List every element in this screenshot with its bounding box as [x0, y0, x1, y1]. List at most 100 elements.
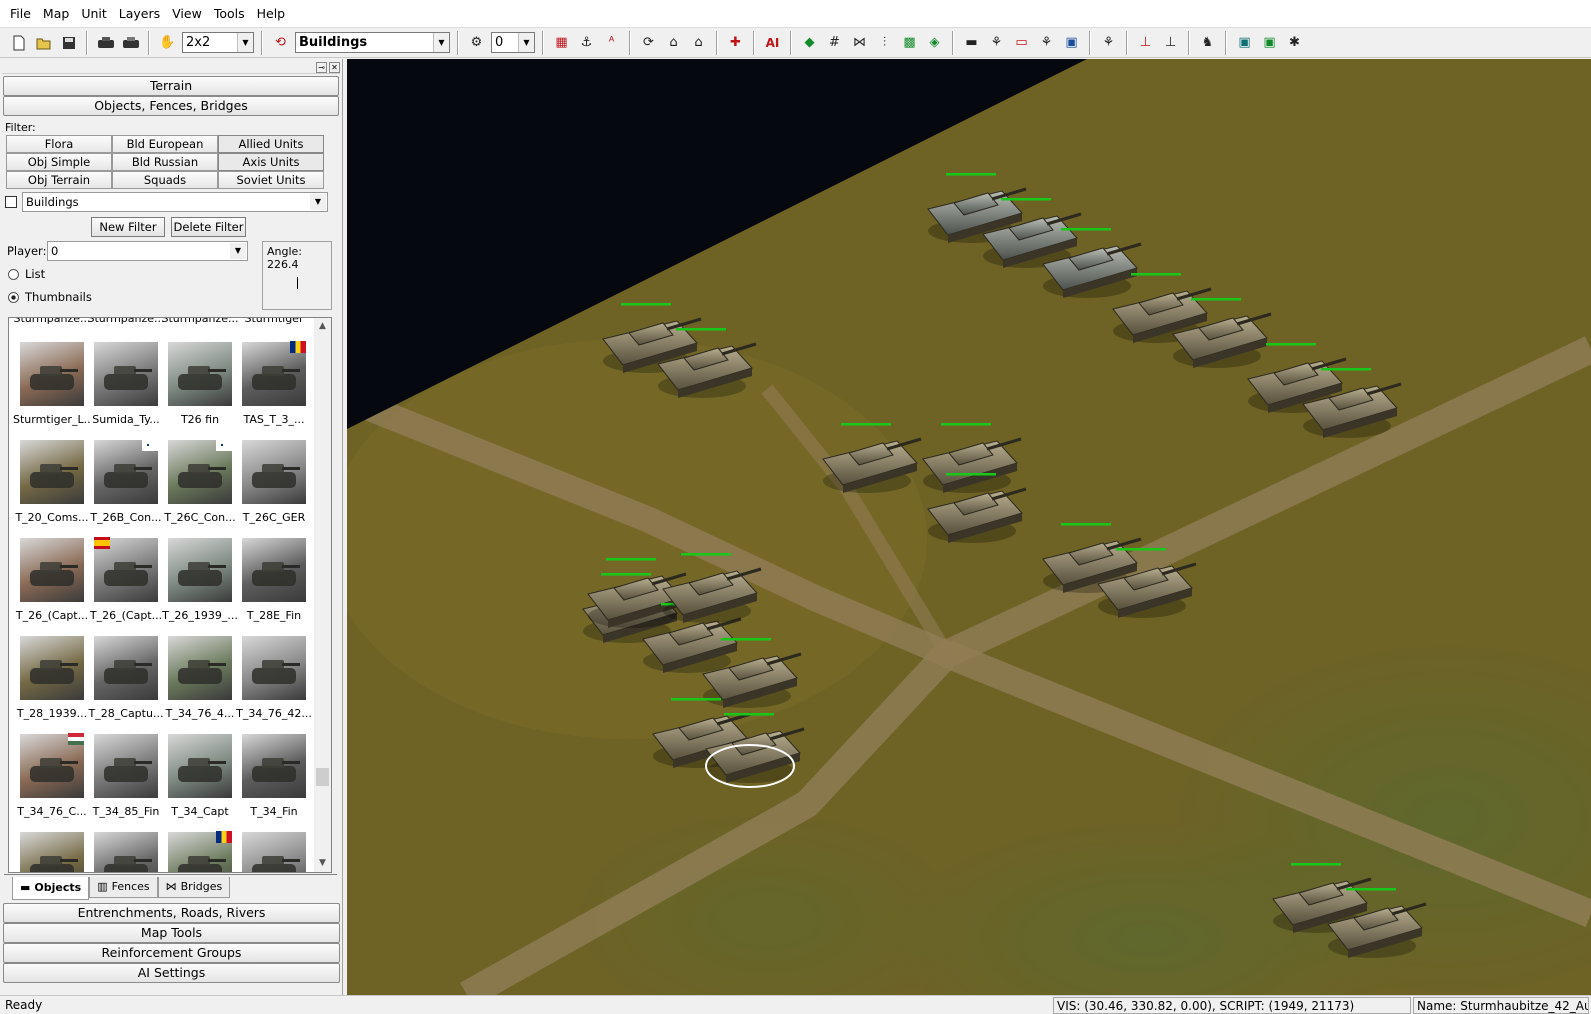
minimap-icon[interactable]: ▣ — [1233, 31, 1256, 54]
thumbnail-item[interactable]: T_28_Captu... — [89, 636, 163, 720]
filter-soviet-units[interactable]: Soviet Units — [218, 171, 324, 189]
ai-icon[interactable]: AI — [761, 31, 784, 54]
scroll-up-icon[interactable]: ▲ — [314, 318, 331, 335]
scroll-down-icon[interactable]: ▼ — [314, 855, 331, 872]
tank-icon[interactable]: ▬ — [960, 31, 983, 54]
thumbnail-item[interactable]: T_34_85_Fin — [89, 734, 163, 818]
thumbnail-item[interactable] — [163, 831, 237, 872]
filter-checkbox[interactable] — [5, 196, 17, 208]
chevron-down-icon[interactable]: ▼ — [230, 243, 246, 259]
thumbnail-item[interactable]: T_26_(Capt... — [15, 538, 89, 622]
thumbnail-scrollbar[interactable]: ▲ ▼ — [314, 318, 331, 872]
artillery-2-icon[interactable]: ⊥ — [1159, 31, 1182, 54]
box-icon[interactable]: ▭ — [1010, 31, 1033, 54]
chevron-down-icon[interactable]: ▼ — [518, 33, 534, 52]
layer-combo[interactable]: Buildings ▼ — [295, 32, 450, 53]
menu-view[interactable]: View — [166, 0, 208, 27]
tree-icon[interactable]: ⚘ — [985, 31, 1008, 54]
thumbnail-item[interactable]: TAS_T_3_... — [237, 341, 311, 426]
thumbnail-item[interactable]: T_34_76_C... — [15, 733, 89, 818]
bug-icon[interactable]: ✱ — [1283, 31, 1306, 54]
artillery-icon[interactable]: ⊥ — [1134, 31, 1157, 54]
grid-icon[interactable]: # — [823, 31, 846, 54]
new-filter-button[interactable]: New Filter — [91, 217, 165, 237]
thumbnail-item[interactable] — [237, 832, 311, 872]
thumbnail-caption-partial[interactable]: Sturmpanze... — [161, 318, 238, 325]
new-map-icon[interactable] — [7, 31, 30, 54]
thumbnail-item[interactable] — [89, 832, 163, 872]
menu-unit[interactable]: Unit — [75, 0, 112, 27]
thumbnail-caption-partial[interactable]: Sturmtiger — [237, 318, 311, 325]
terrain-2-icon[interactable]: ◈ — [923, 31, 946, 54]
map-viewport[interactable] — [347, 59, 1591, 995]
section-map-tools[interactable]: Map Tools — [3, 923, 340, 943]
filter-bld-european[interactable]: Bld European — [112, 135, 218, 153]
filter-bld-russian[interactable]: Bld Russian — [112, 153, 218, 171]
filter-combo[interactable]: Buildings ▼ — [22, 192, 328, 212]
building-red-icon[interactable]: ▦ — [550, 31, 573, 54]
terrain-icon[interactable]: ▩ — [898, 31, 921, 54]
open-folder-icon[interactable] — [32, 31, 55, 54]
thumbnail-item[interactable]: T_28_1939... — [15, 636, 89, 720]
tank-tool-2-icon[interactable] — [119, 31, 142, 54]
delete-filter-button[interactable]: Delete Filter — [171, 217, 246, 237]
tree-3-icon[interactable]: ⚘ — [1097, 31, 1120, 54]
chevron-down-icon[interactable]: ▼ — [433, 33, 449, 52]
house-icon[interactable]: ⌂ — [662, 31, 685, 54]
tab-fences[interactable]: ▥ Fences — [89, 877, 158, 898]
layer-arrow-icon[interactable]: ⟲ — [269, 31, 292, 54]
menu-help[interactable]: Help — [251, 0, 292, 27]
menu-map[interactable]: Map — [37, 0, 75, 27]
pin-icon[interactable]: ⊸ — [316, 61, 327, 73]
chevron-down-icon[interactable]: ▼ — [237, 33, 253, 52]
chart-icon[interactable]: ⫶ — [873, 31, 896, 54]
view-thumbnails-radio[interactable]: Thumbnails — [8, 290, 92, 304]
hand-icon[interactable]: ✋ — [156, 31, 179, 54]
thumbnail-item[interactable]: T_34_Capt — [163, 734, 237, 818]
menu-layers[interactable]: Layers — [113, 0, 166, 27]
brush-size-combo[interactable]: 2x2 ▼ — [182, 32, 254, 53]
house-2-icon[interactable]: ⌂ — [687, 31, 710, 54]
minimap-2-icon[interactable]: ▣ — [1258, 31, 1281, 54]
anchor-icon[interactable]: ⚓ — [575, 31, 598, 54]
close-icon[interactable]: ✕ — [329, 61, 340, 73]
menu-file[interactable]: File — [4, 0, 37, 27]
thumbnail-item[interactable]: T_26C_Con... — [163, 439, 237, 524]
filter-obj-terrain[interactable]: Obj Terrain — [6, 171, 112, 189]
thumbnail-item[interactable]: T_26_1939_... — [162, 538, 238, 622]
thumbnail-item[interactable]: T_26_(Capt... — [89, 537, 163, 622]
filter-flora[interactable]: Flora — [6, 135, 112, 153]
filter-squads[interactable]: Squads — [112, 171, 218, 189]
view-list-radio[interactable]: List — [8, 267, 45, 281]
save-icon[interactable] — [57, 31, 80, 54]
player-combo[interactable]: 0 ▼ — [47, 241, 248, 261]
red-cross-icon[interactable]: ✚ — [724, 31, 747, 54]
thumbnail-caption-partial[interactable]: Sturmpanze... — [87, 318, 164, 325]
thumbnail-item[interactable]: T_34_76_4... — [163, 636, 237, 720]
tree-2-icon[interactable]: ⚘ — [1035, 31, 1058, 54]
thumbnail-item[interactable]: T_28E_Fin — [237, 538, 311, 622]
menu-tools[interactable]: Tools — [208, 0, 251, 27]
section-entrenchments[interactable]: Entrenchments, Roads, Rivers — [3, 903, 340, 923]
letter-a-icon[interactable]: ᴬ — [600, 31, 623, 54]
tank-tool-icon[interactable] — [94, 31, 117, 54]
thumbnail-item[interactable]: Sumida_Ty... — [89, 342, 163, 426]
thumbnail-item[interactable]: T_26C_GER — [237, 440, 311, 524]
gear-icon[interactable]: ⚙ — [465, 31, 488, 54]
player-combo-toolbar[interactable]: 0 ▼ — [491, 32, 535, 53]
thumbnail-item[interactable]: T_20_Coms... — [15, 440, 89, 524]
thumbnail-item[interactable]: T_34_76_42... — [236, 636, 312, 720]
thumbnail-list[interactable]: Sturmpanze... Sturmpanze... Sturmpanze... S… — [8, 317, 332, 873]
section-ai-settings[interactable]: AI Settings — [3, 963, 340, 983]
thumbnail-item[interactable]: T_34_Fin — [237, 734, 311, 818]
scroll-thumb[interactable] — [316, 768, 329, 786]
soldier-icon[interactable]: ♞ — [1196, 31, 1219, 54]
thumbnail-item[interactable]: T_26B_Con... — [89, 439, 163, 524]
filter-obj-simple[interactable]: Obj Simple — [6, 153, 112, 171]
filter-axis-units[interactable]: Axis Units — [218, 153, 324, 171]
filter-allied-units[interactable]: Allied Units — [218, 135, 324, 153]
thumbnail-item[interactable]: Sturmtiger_L... — [13, 342, 91, 426]
refresh-icon[interactable]: ⟳ — [637, 31, 660, 54]
window-icon[interactable]: ▣ — [1060, 31, 1083, 54]
chevron-down-icon[interactable]: ▼ — [310, 194, 326, 210]
